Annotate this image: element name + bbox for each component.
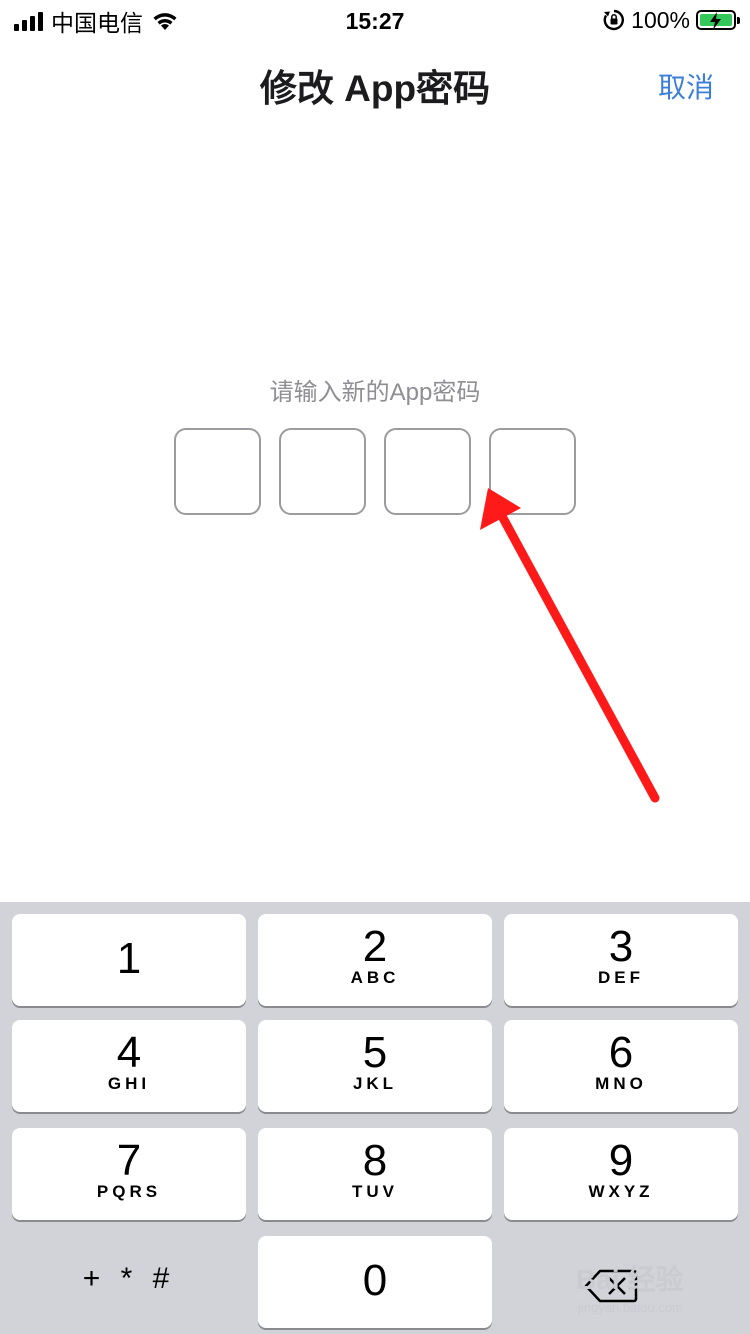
key-6[interactable]: 6 MNO bbox=[504, 1020, 738, 1112]
key-digit: 8 bbox=[362, 1136, 388, 1185]
passcode-prompt: 请输入新的App密码 bbox=[269, 379, 481, 406]
key-7[interactable]: 7 PQRS bbox=[12, 1128, 246, 1220]
key-digit: 9 bbox=[608, 1136, 634, 1185]
key-letters: TUV bbox=[352, 1182, 398, 1201]
cancel-button[interactable]: 取消 bbox=[658, 66, 714, 106]
watermark-logo: Bai 经验 bbox=[576, 1264, 684, 1295]
key-digit: 2 bbox=[362, 922, 388, 971]
passcode-input[interactable] bbox=[174, 428, 576, 515]
watermark: Bai 经验 jingyan.baidu.com bbox=[576, 1258, 726, 1322]
key-digit: 0 bbox=[362, 1256, 388, 1305]
key-letters: MNO bbox=[595, 1074, 647, 1093]
key-5[interactable]: 5 JKL bbox=[258, 1020, 492, 1112]
pin-digit-box bbox=[279, 428, 366, 515]
battery-icon bbox=[696, 10, 740, 30]
status-bar: 中国电信 15:27 100% bbox=[0, 0, 750, 42]
key-4[interactable]: 4 GHI bbox=[12, 1020, 246, 1112]
key-3[interactable]: 3 DEF bbox=[504, 914, 738, 1006]
symbols-key[interactable]: + * # bbox=[12, 1238, 246, 1330]
pin-digit-box bbox=[489, 428, 576, 515]
page-title: 修改 App密码 bbox=[259, 68, 491, 109]
key-digit: 3 bbox=[608, 922, 634, 971]
key-digit: 6 bbox=[608, 1028, 634, 1077]
key-digit: 5 bbox=[362, 1028, 388, 1077]
watermark-url: jingyan.baidu.com bbox=[578, 1300, 683, 1315]
key-digit: 1 bbox=[116, 934, 142, 983]
key-letters: ABC bbox=[350, 968, 400, 987]
status-right: 100% bbox=[603, 6, 740, 34]
key-letters: DEF bbox=[598, 968, 644, 987]
key-0[interactable]: 0 bbox=[258, 1236, 492, 1328]
key-8[interactable]: 8 TUV bbox=[258, 1128, 492, 1220]
pin-digit-box bbox=[384, 428, 471, 515]
orientation-lock-icon bbox=[603, 9, 625, 31]
key-1[interactable]: 1 bbox=[12, 914, 246, 1006]
key-2[interactable]: 2 ABC bbox=[258, 914, 492, 1006]
key-letters: WXYZ bbox=[588, 1182, 654, 1201]
key-letters: GHI bbox=[107, 1074, 151, 1093]
pin-digit-box bbox=[174, 428, 261, 515]
key-9[interactable]: 9 WXYZ bbox=[504, 1128, 738, 1220]
key-letters: PQRS bbox=[96, 1182, 162, 1201]
key-digit: 7 bbox=[116, 1136, 142, 1185]
key-digit: 4 bbox=[116, 1028, 142, 1077]
battery-percent: 100% bbox=[631, 6, 690, 33]
key-letters: JKL bbox=[352, 1074, 398, 1093]
